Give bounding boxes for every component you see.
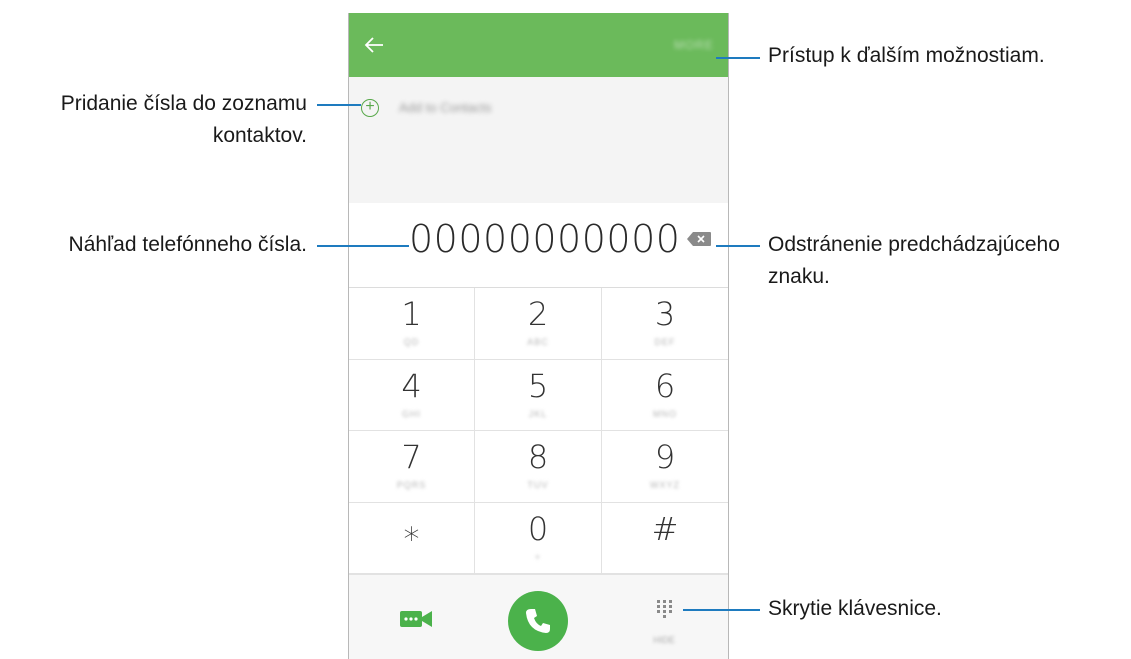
key-digit: 2 bbox=[527, 295, 549, 333]
keypad-key-4[interactable]: 4 GHI bbox=[349, 359, 475, 431]
keypad-key-9[interactable]: 9 WXYZ bbox=[602, 431, 728, 503]
key-digit: 7 bbox=[401, 438, 422, 476]
key-digit: 5 bbox=[527, 366, 549, 405]
phone-icon bbox=[526, 609, 550, 633]
more-button[interactable]: MORE bbox=[674, 38, 714, 52]
key-digit: 3 bbox=[654, 295, 676, 333]
key-digit: 6 bbox=[654, 366, 676, 405]
callout-line-delete bbox=[716, 245, 760, 247]
callout-hide-keypad: Skrytie klávesnice. bbox=[768, 597, 942, 620]
phone-number-preview: 00000000000 bbox=[409, 217, 681, 261]
callout-line-hide bbox=[683, 609, 760, 611]
callout-more-options: Prístup k ďalším možnostiam. bbox=[768, 44, 1045, 67]
callout-delete-line2: znaku. bbox=[768, 265, 830, 288]
keypad-key-7[interactable]: 7 PQRS bbox=[349, 431, 475, 503]
keypad-key-11[interactable]: 0 + bbox=[475, 502, 602, 574]
arrow-left-icon[interactable] bbox=[363, 35, 385, 55]
callout-preview-number: Náhľad telefónneho čísla. bbox=[68, 233, 307, 256]
keypad-key-5[interactable]: 5 JKL bbox=[475, 359, 602, 431]
key-letters: + bbox=[534, 551, 542, 562]
key-letters: ABC bbox=[527, 337, 549, 347]
call-button[interactable] bbox=[508, 591, 568, 651]
key-digit: 8 bbox=[527, 438, 549, 476]
key-letters: WXYZ bbox=[650, 480, 680, 490]
key-digit: ⁎ bbox=[403, 509, 420, 548]
key-digit: 1 bbox=[401, 295, 422, 333]
keypad-key-1[interactable]: 1 QD bbox=[349, 288, 475, 360]
keypad-key-8[interactable]: 8 TUV bbox=[475, 431, 602, 503]
key-letters: JKL bbox=[528, 408, 548, 419]
keypad-icon[interactable] bbox=[655, 599, 675, 619]
app-bar: MORE bbox=[349, 13, 728, 77]
keypad-key-2[interactable]: 2 ABC bbox=[475, 288, 602, 360]
hide-keypad-label: HIDE bbox=[653, 635, 675, 645]
callout-delete-line1: Odstránenie predchádzajúceho bbox=[768, 233, 1060, 256]
phone-border-right bbox=[728, 13, 729, 659]
key-digit: # bbox=[651, 509, 679, 548]
key-letters: MNO bbox=[653, 408, 677, 419]
video-call-icon[interactable] bbox=[399, 609, 433, 629]
key-letters: QD bbox=[403, 337, 420, 347]
key-letters: PQRS bbox=[396, 480, 427, 490]
key-digit: 9 bbox=[654, 438, 676, 476]
keypad-key-3[interactable]: 3 DEF bbox=[602, 288, 728, 360]
add-to-contacts-label: Add to Contacts bbox=[399, 100, 492, 115]
dial-keypad: 1 QD 2 ABC 3 DEF 4 GHI 5 JKL 6 MNO 7 PQRS 8 TUV 9 WXYZ ⁎ 0 +… bbox=[349, 288, 728, 574]
callout-add-contact-line1: Pridanie čísla do zoznamu bbox=[60, 92, 307, 115]
keypad-key-6[interactable]: 6 MNO bbox=[602, 360, 728, 431]
callout-line-add bbox=[317, 104, 361, 106]
keypad-key-10[interactable]: ⁎ bbox=[349, 502, 475, 574]
callout-add-contact-line2: kontaktov. bbox=[212, 124, 307, 147]
backspace-icon[interactable] bbox=[686, 231, 712, 247]
callout-line-preview bbox=[317, 245, 409, 247]
plus-circle-icon: + bbox=[361, 99, 379, 117]
callout-line-more bbox=[716, 57, 760, 59]
keypad-key-12[interactable]: # bbox=[602, 503, 728, 574]
key-letters: GHI bbox=[401, 408, 421, 419]
key-digit: 4 bbox=[401, 366, 422, 405]
key-letters: TUV bbox=[527, 480, 549, 490]
phone-screen: MORE + Add to Contacts 00000000000 1 QD 2 A… bbox=[349, 13, 728, 659]
key-letters: DEF bbox=[654, 337, 676, 347]
key-digit: 0 bbox=[527, 509, 549, 548]
bottom-action-bar: HIDE bbox=[349, 574, 728, 659]
